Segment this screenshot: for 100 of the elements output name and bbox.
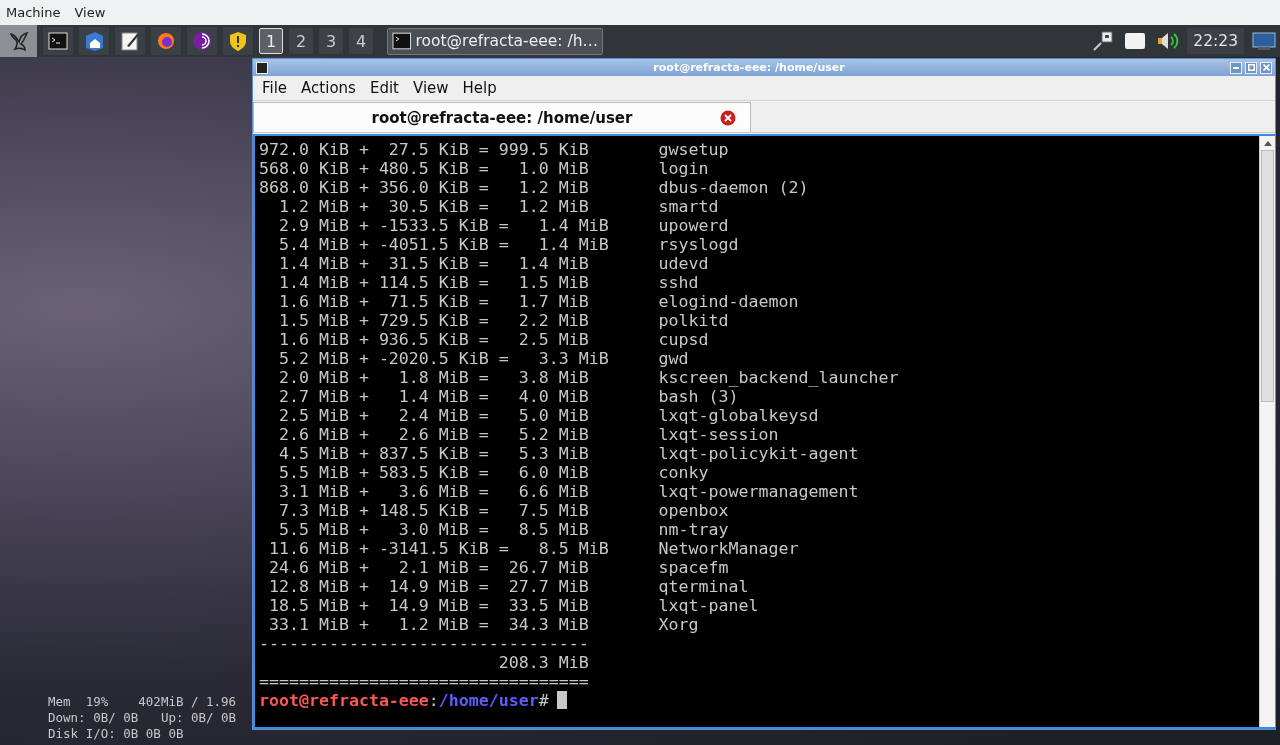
- house-box-icon: [83, 30, 105, 52]
- process-name: upowerd: [658, 216, 729, 235]
- menu-item[interactable]: Actions: [301, 79, 356, 97]
- separator-line: ---------------------------------: [259, 634, 589, 653]
- process-name: lxqt-session: [658, 425, 779, 444]
- drive-icon: [1124, 31, 1147, 51]
- process-name: openbox: [658, 501, 729, 520]
- memory-usage-text: 2.9 MiB + -1533.5 KiB = 1.4 MiB: [277, 216, 610, 235]
- memory-usage-text: 11.6 MiB + -3141.5 KiB = 8.5 MiB: [268, 539, 610, 558]
- process-name: elogind-daemon: [658, 292, 799, 311]
- launcher-button[interactable]: [79, 27, 109, 55]
- maximize-icon: [1247, 64, 1255, 71]
- memory-usage-text: 5.5 MiB + 3.0 MiB = 8.5 MiB: [277, 520, 590, 539]
- menu-item[interactable]: View: [412, 79, 449, 97]
- menu-item[interactable]: Help: [462, 79, 497, 97]
- notepad-pencil-icon: [119, 30, 141, 52]
- process-name: lxqt-policykit-agent: [658, 444, 859, 463]
- launcher-button[interactable]: [187, 27, 217, 55]
- task-button[interactable]: root@refracta-eee: /h…: [387, 27, 603, 55]
- memory-usage-text: 868.0 KiB + 356.0 KiB = 1.2 MiB: [259, 178, 590, 197]
- scrollbar-thumb[interactable]: [1261, 150, 1274, 402]
- process-name: udevd: [658, 254, 709, 273]
- launcher-button[interactable]: [115, 27, 145, 55]
- process-name: spacefm: [658, 558, 729, 577]
- memory-usage-text: 1.4 MiB + 31.5 KiB = 1.4 MiB: [277, 254, 590, 273]
- process-name: gwd: [658, 349, 689, 368]
- memory-usage-text: 4.5 MiB + 837.5 KiB = 5.3 MiB: [277, 444, 590, 463]
- minimize-icon: [1233, 66, 1239, 69]
- launcher-button[interactable]: [223, 27, 253, 55]
- shell-prompt: root@refracta-eee:/home/user#: [259, 691, 567, 710]
- memory-usage-text: 5.4 MiB + -4051.5 KiB = 1.4 MiB: [277, 235, 610, 254]
- memory-usage-text: 568.0 KiB + 480.5 KiB = 1.0 MiB: [259, 159, 590, 178]
- process-name: qterminal: [658, 577, 749, 596]
- process-name: kscreen_backend_launcher: [658, 368, 899, 387]
- process-name: login: [658, 159, 709, 178]
- terminal-icon: [392, 32, 412, 50]
- terminal-icon: [256, 61, 268, 74]
- text-cursor: [556, 691, 567, 709]
- memory-usage-text: 5.2 MiB + -2020.5 KiB = 3.3 MiB: [277, 349, 610, 368]
- desktop-switch-button[interactable]: 3: [319, 28, 343, 54]
- close-icon: [1262, 64, 1270, 71]
- up-arrow-icon: [1263, 140, 1272, 146]
- launcher-button[interactable]: [43, 27, 73, 55]
- maximize-button[interactable]: [1245, 61, 1257, 74]
- start-menu-button[interactable]: [0, 25, 37, 57]
- memory-usage-text: 3.1 MiB + 3.6 MiB = 6.6 MiB: [277, 482, 590, 501]
- onion-icon: [191, 30, 213, 52]
- process-name: bash (3): [658, 387, 739, 406]
- memory-usage-text: 7.3 MiB + 148.5 KiB = 7.5 MiB: [277, 501, 590, 520]
- separator-line: =================================: [259, 672, 589, 691]
- process-name: lxqt-powermanagement: [658, 482, 859, 501]
- process-name: Xorg: [658, 615, 699, 634]
- memory-usage-text: 2.6 MiB + 2.6 MiB = 5.2 MiB: [277, 425, 590, 444]
- process-name: lxqt-panel: [658, 596, 759, 615]
- process-name: smartd: [658, 197, 719, 216]
- desktop-switch-button[interactable]: 2: [289, 28, 313, 54]
- memory-usage-text: 1.5 MiB + 729.5 KiB = 2.2 MiB: [277, 311, 590, 330]
- process-name: lxqt-globalkeysd: [658, 406, 819, 425]
- clock[interactable]: 22:23: [1187, 28, 1244, 54]
- process-name: conky: [658, 463, 709, 482]
- memory-usage-text: 12.8 MiB + 14.9 MiB = 27.7 MiB: [268, 577, 590, 596]
- process-name: gwsetup: [658, 140, 729, 159]
- process-name: polkitd: [658, 311, 729, 330]
- memory-usage-text: 2.7 MiB + 1.4 MiB = 4.0 MiB: [277, 387, 590, 406]
- process-name: nm-tray: [658, 520, 729, 539]
- system-monitor-text: Mem 19% 402MiB / 1.96: [48, 694, 237, 710]
- memory-usage-text: 18.5 MiB + 14.9 MiB = 33.5 MiB: [268, 596, 590, 615]
- process-name: cupsd: [658, 330, 709, 349]
- process-name: NetworkManager: [658, 539, 799, 558]
- menu-item[interactable]: File: [262, 79, 288, 97]
- menu-item[interactable]: Edit: [369, 79, 399, 97]
- memory-usage-text: 5.5 MiB + 583.5 KiB = 6.0 MiB: [277, 463, 590, 482]
- shield-warning-icon: [227, 30, 249, 52]
- memory-usage-text: 1.2 MiB + 30.5 KiB = 1.2 MiB: [277, 197, 590, 216]
- memory-usage-text: 24.6 MiB + 2.1 MiB = 26.7 MiB: [268, 558, 590, 577]
- terminal-tab[interactable]: root@refracta-eee: /home/user: [253, 102, 751, 132]
- close-button[interactable]: [1260, 61, 1272, 74]
- memory-usage-text: 1.6 MiB + 71.5 KiB = 1.7 MiB: [277, 292, 590, 311]
- memory-usage-text: 972.0 KiB + 27.5 KiB = 999.5 KiB: [259, 140, 590, 159]
- total-text: 208.3 MiB: [497, 653, 589, 672]
- minimize-button[interactable]: [1230, 61, 1242, 74]
- monitor-icon: [1252, 31, 1276, 51]
- volume-icon: [1155, 30, 1180, 52]
- window-title: root@refracta-eee: /home/user: [652, 61, 846, 74]
- process-name: rsyslogd: [658, 235, 739, 254]
- process-name: sshd: [658, 273, 699, 292]
- system-monitor-text: Down: 0B/ 0B Up: 0B/ 0B: [48, 710, 237, 726]
- system-monitor-text: Disk I/O: 0B 0B 0B: [48, 726, 184, 742]
- network-plug-icon: [1091, 29, 1116, 53]
- process-name: dbus-daemon (2): [658, 178, 809, 197]
- memory-usage-text: 2.5 MiB + 2.4 MiB = 5.0 MiB: [277, 406, 590, 425]
- desktop-switch-button[interactable]: 4: [349, 28, 373, 54]
- desktop-switch-button[interactable]: 1: [259, 28, 283, 54]
- memory-usage-text: 1.6 MiB + 936.5 KiB = 2.5 MiB: [277, 330, 590, 349]
- menu-item[interactable]: Machine: [6, 5, 61, 20]
- memory-usage-text: 1.4 MiB + 114.5 KiB = 1.5 MiB: [277, 273, 590, 292]
- menu-item[interactable]: View: [74, 5, 106, 20]
- close-icon[interactable]: [720, 110, 736, 126]
- scrollbar[interactable]: [1259, 136, 1275, 727]
- memory-usage-text: 33.1 MiB + 1.2 MiB = 34.3 MiB: [268, 615, 590, 634]
